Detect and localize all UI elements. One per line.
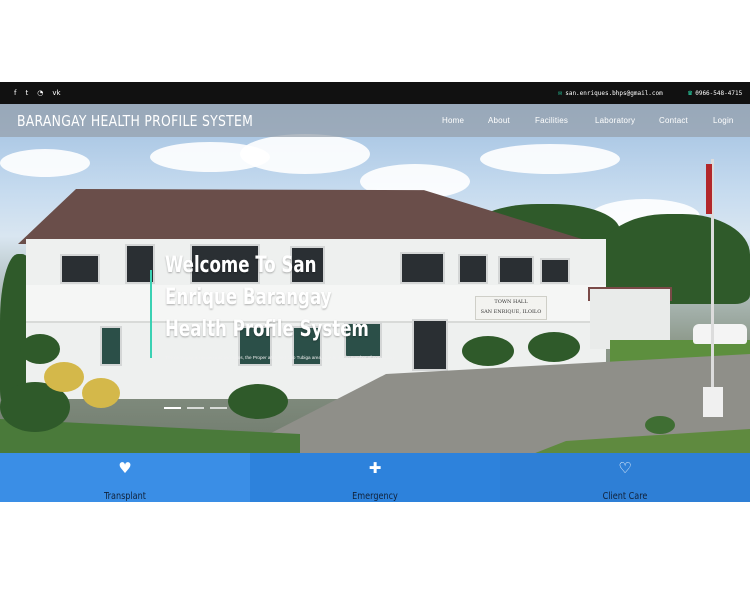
slide-indicator[interactable] bbox=[187, 407, 204, 409]
window bbox=[60, 254, 100, 284]
window bbox=[498, 256, 534, 284]
nav-facilities[interactable]: Facilities bbox=[535, 116, 568, 125]
cloud-shape bbox=[480, 144, 620, 174]
brand-title[interactable]: BARANGAY HEALTH PROFILE SYSTEM bbox=[17, 112, 253, 130]
nav-about[interactable]: About bbox=[488, 116, 510, 125]
feature-label: Emergency bbox=[352, 491, 398, 502]
shrub-shape bbox=[645, 416, 675, 434]
window bbox=[458, 254, 488, 284]
feature-card-transplant[interactable]: ♥ Transplant bbox=[0, 453, 250, 502]
feature-card-client-care[interactable]: ♡ Client Care bbox=[500, 453, 750, 502]
hero-title: Welcome To San Enrique Barangay Health P… bbox=[165, 253, 369, 342]
hero-accent-line bbox=[150, 270, 152, 358]
nav-login[interactable]: Login bbox=[713, 116, 734, 125]
envelope-icon: ✉ bbox=[558, 89, 563, 97]
car-shape bbox=[693, 324, 747, 344]
window bbox=[400, 252, 445, 284]
window bbox=[540, 258, 570, 284]
phone-icon: ☎ bbox=[688, 89, 693, 97]
heartbeat-icon: ♡ bbox=[618, 459, 632, 477]
palm-shape bbox=[228, 384, 288, 419]
feature-card-emergency[interactable]: ✚ Emergency bbox=[250, 453, 500, 502]
palm-shape bbox=[528, 332, 580, 362]
rss-icon[interactable]: ◔ bbox=[37, 89, 43, 97]
email-text[interactable]: san.enriques.bhps@gmail.com bbox=[565, 90, 663, 97]
contact-phone[interactable]: ☎ 0966-548-4715 bbox=[688, 82, 742, 104]
entrance-door bbox=[412, 319, 448, 371]
top-bar: f t ◔ vk ✉ san.enriques.bhps@gmail.com ☎… bbox=[0, 82, 750, 104]
sign-line-1: TOWN HALL bbox=[494, 299, 528, 305]
navbar: BARANGAY HEALTH PROFILE SYSTEM Home Abou… bbox=[0, 104, 750, 137]
bush-shape bbox=[44, 362, 84, 392]
heart-icon: ♥ bbox=[118, 459, 132, 477]
flag-shape bbox=[706, 164, 712, 214]
contact-email[interactable]: ✉ san.enriques.bhps@gmail.com bbox=[558, 82, 663, 104]
vk-icon[interactable]: vk bbox=[52, 89, 60, 97]
flag-base bbox=[703, 387, 723, 417]
phone-text[interactable]: 0966-548-4715 bbox=[695, 90, 742, 97]
nav-laboratory[interactable]: Laboratory bbox=[595, 116, 635, 125]
feature-label: Client Care bbox=[602, 491, 648, 502]
feature-cards: ♥ Transplant ✚ Emergency ♡ Client Care bbox=[0, 453, 750, 502]
cloud-shape bbox=[240, 134, 370, 174]
nav-home[interactable]: Home bbox=[442, 116, 464, 125]
palm-shape bbox=[462, 336, 514, 366]
facebook-icon[interactable]: f bbox=[14, 89, 16, 97]
cloud-shape bbox=[0, 149, 90, 177]
slide-indicator[interactable] bbox=[164, 407, 181, 409]
town-hall-sign: TOWN HALL SAN ENRIQUE, ILOILO bbox=[475, 296, 547, 320]
ambulance-icon: ✚ bbox=[368, 459, 382, 477]
hero-description: The barangay is divided into two sitios,… bbox=[165, 355, 396, 360]
page: f t ◔ vk ✉ san.enriques.bhps@gmail.com ☎… bbox=[0, 0, 750, 592]
social-links: f t ◔ vk bbox=[14, 82, 61, 104]
window bbox=[100, 326, 122, 366]
palm-shape bbox=[20, 334, 60, 364]
nav-contact[interactable]: Contact bbox=[659, 116, 688, 125]
hero-section: TOWN HALL SAN ENRIQUE, ILOILO BARANGAY H… bbox=[0, 104, 750, 453]
twitter-icon[interactable]: t bbox=[25, 89, 28, 97]
sign-line-2: SAN ENRIQUE, ILOILO bbox=[480, 309, 542, 315]
slider-indicators bbox=[164, 407, 227, 409]
bush-shape bbox=[82, 378, 120, 408]
slide-indicator[interactable] bbox=[210, 407, 227, 409]
feature-label: Transplant bbox=[104, 491, 146, 502]
